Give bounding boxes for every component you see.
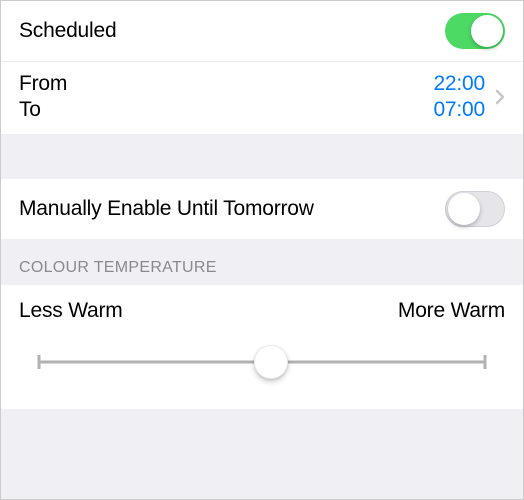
chevron-right-icon bbox=[495, 89, 505, 105]
toggle-knob bbox=[448, 193, 480, 225]
schedule-values: 22:00 07:00 bbox=[433, 72, 505, 122]
schedule-time-row[interactable]: From To 22:00 07:00 bbox=[1, 61, 523, 134]
schedule-labels: From To bbox=[19, 72, 67, 122]
from-time: 22:00 bbox=[433, 72, 485, 96]
to-label: To bbox=[19, 98, 67, 122]
temperature-header: COLOUR TEMPERATURE bbox=[1, 239, 523, 285]
slider-labels: Less Warm More Warm bbox=[19, 299, 505, 323]
manual-section: Manually Enable Until Tomorrow bbox=[1, 179, 523, 239]
to-time: 07:00 bbox=[433, 98, 485, 122]
manual-toggle[interactable] bbox=[445, 191, 505, 227]
toggle-knob bbox=[471, 15, 503, 47]
scheduled-row: Scheduled bbox=[1, 1, 523, 61]
slider-thumb[interactable] bbox=[254, 345, 288, 379]
scheduled-toggle[interactable] bbox=[445, 13, 505, 49]
temperature-section: Less Warm More Warm bbox=[1, 285, 523, 409]
slider-tick-min bbox=[38, 355, 41, 369]
section-gap bbox=[1, 134, 523, 179]
slider-tick-max bbox=[484, 355, 487, 369]
from-label: From bbox=[19, 72, 67, 96]
schedule-times: 22:00 07:00 bbox=[433, 72, 485, 122]
scheduled-label: Scheduled bbox=[19, 19, 116, 43]
less-warm-label: Less Warm bbox=[19, 299, 123, 323]
manual-row: Manually Enable Until Tomorrow bbox=[1, 179, 523, 239]
manual-label: Manually Enable Until Tomorrow bbox=[19, 197, 314, 221]
more-warm-label: More Warm bbox=[398, 299, 505, 323]
temperature-slider[interactable] bbox=[39, 345, 485, 379]
scheduled-section: Scheduled From To 22:00 07:00 bbox=[1, 1, 523, 134]
